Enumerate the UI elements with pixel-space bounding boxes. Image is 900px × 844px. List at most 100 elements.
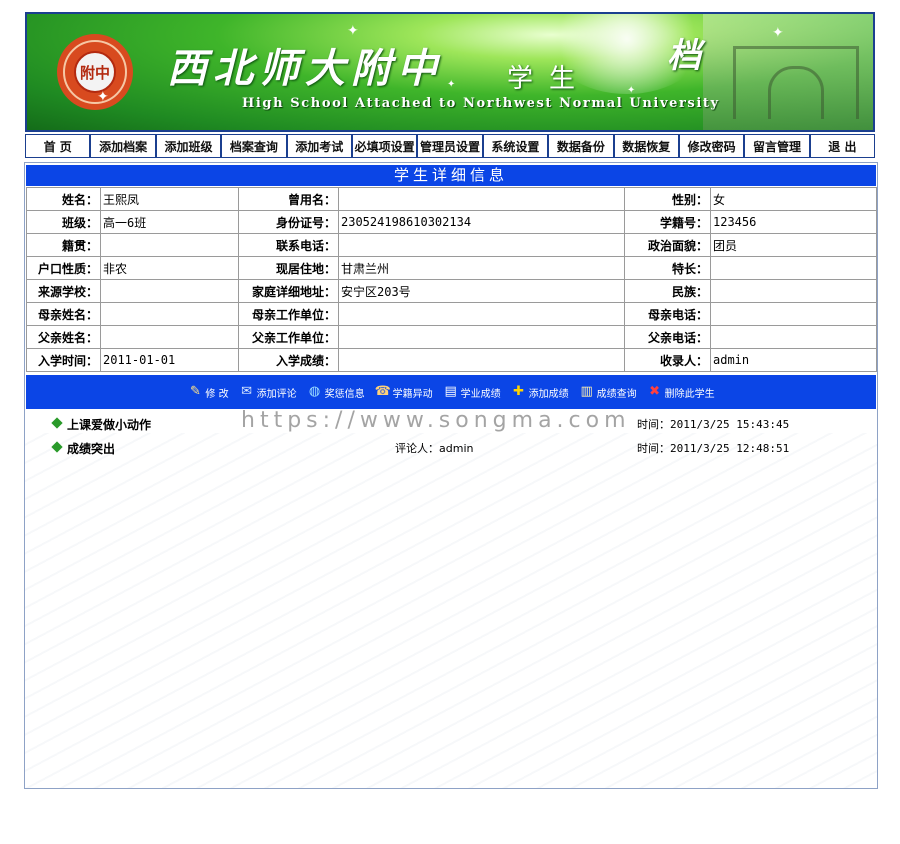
background-watermark-pattern bbox=[25, 433, 877, 788]
field-label: 姓名： bbox=[26, 187, 101, 211]
action-label: 学业成绩 bbox=[460, 388, 501, 400]
field-label: 性别： bbox=[624, 187, 711, 211]
detail-row: 班级： 高一6班 身份证号： 230524198610302134 学籍号： 123456 bbox=[26, 210, 877, 234]
field-label: 父亲电话： bbox=[624, 325, 711, 349]
comment-text[interactable]: 成绩突出 bbox=[67, 440, 115, 457]
field-value: 女 bbox=[710, 187, 877, 211]
field-label: 联系电话： bbox=[238, 233, 339, 257]
action-label: 奖惩信息 bbox=[324, 388, 365, 400]
book-icon: ▥ bbox=[580, 384, 593, 399]
field-value bbox=[338, 325, 625, 349]
field-value: 团员 bbox=[710, 233, 877, 257]
field-label: 政治面貌： bbox=[624, 233, 711, 257]
transfer-action[interactable]: ☎ 学籍异动 bbox=[375, 384, 433, 400]
banner-subtitle: 学生 bbox=[507, 64, 592, 94]
add-grade-icon: ✚ bbox=[513, 384, 525, 399]
field-label: 来源学校： bbox=[26, 279, 101, 303]
star-icon: ✦ bbox=[245, 75, 254, 86]
detail-row: 入学时间： 2011-01-01 入学成绩： 收录人： admin bbox=[26, 348, 877, 372]
field-label: 家庭详细地址： bbox=[238, 279, 339, 303]
comment-action[interactable]: ✉ 添加评论 bbox=[239, 384, 296, 400]
school-name-cn: 西北师大附中 bbox=[167, 45, 443, 92]
detail-title: 学生详细信息 bbox=[26, 165, 876, 186]
field-value bbox=[338, 187, 625, 211]
field-value: 123456 bbox=[710, 210, 877, 234]
nav-item[interactable]: 首 页 bbox=[26, 135, 90, 157]
student-detail-table: 姓名： 王熙凤 曾用名： 性别：女班级： 高一6班 身份证号： 23052419861030… bbox=[26, 187, 877, 372]
comment-time: 时间：2011/3/25 12:48:51 bbox=[637, 442, 790, 455]
url-watermark: https://www.songma.com bbox=[241, 408, 631, 433]
add-grade-action[interactable]: ✚ 添加成绩 bbox=[511, 384, 569, 400]
star-icon: ✦ bbox=[772, 25, 784, 41]
field-label: 民族： bbox=[624, 279, 711, 303]
nav-item[interactable]: 必填项设置 bbox=[350, 135, 417, 157]
school-name-en: High School Attached to Northwest Normal… bbox=[242, 96, 720, 111]
award-icon: ◍ bbox=[308, 384, 321, 399]
delete-icon: ✖ bbox=[649, 384, 661, 399]
main-nav: 首 页添加档案 添加班级 档案查询 添加考试 必填项设置 管理员设置 系统设置 数据备份 数据恢… bbox=[25, 134, 875, 158]
edit-action[interactable]: ✎ 修 改 bbox=[187, 384, 229, 400]
transfer-icon: ☎ bbox=[374, 384, 391, 399]
comment-icon: ✉ bbox=[241, 384, 253, 399]
nav-item[interactable]: 留言管理 bbox=[743, 135, 809, 157]
field-label: 特长： bbox=[624, 256, 711, 280]
logo-text: 附中 bbox=[80, 64, 110, 82]
field-value: 非农 bbox=[100, 256, 239, 280]
field-value bbox=[338, 302, 625, 326]
field-value bbox=[338, 348, 625, 372]
field-value: 2011-01-01 bbox=[100, 348, 239, 372]
star-icon: ✦ bbox=[447, 79, 456, 90]
star-icon: ✦ bbox=[347, 23, 359, 39]
star-icon: ✦ bbox=[627, 85, 636, 96]
field-value: admin bbox=[710, 348, 877, 372]
comment-item: 成绩突出 评论人：admin 时间：2011/3/25 12:48:51 bbox=[25, 437, 877, 461]
action-label: 成绩查询 bbox=[596, 388, 637, 400]
student-detail-panel: 学生详细信息 姓名： 王熙凤 曾用名： 性别：女班级： 高一6班 身份证号： 2305241… bbox=[24, 162, 878, 789]
nav-item[interactable]: 系统设置 bbox=[481, 135, 548, 157]
field-label: 母亲姓名： bbox=[26, 302, 101, 326]
detail-row: 籍贯： 联系电话： 政治面貌： 团员 bbox=[26, 233, 877, 257]
field-value bbox=[710, 256, 877, 280]
delete-action[interactable]: ✖ 删除此学生 bbox=[647, 384, 714, 400]
field-label: 入学成绩： bbox=[238, 348, 339, 372]
field-value bbox=[100, 233, 239, 257]
action-label: 添加成绩 bbox=[528, 388, 569, 400]
field-label: 母亲电话： bbox=[624, 302, 711, 326]
field-value bbox=[100, 302, 239, 326]
nav-item[interactable]: 退 出 bbox=[808, 135, 875, 157]
nav-item[interactable]: 添加档案 bbox=[89, 135, 155, 157]
field-label: 班级： bbox=[26, 210, 101, 234]
field-label: 户口性质： bbox=[26, 256, 101, 280]
field-label: 父亲工作单位： bbox=[238, 325, 339, 349]
field-label: 身份证号： bbox=[238, 210, 339, 234]
nav-item[interactable]: 档案查询 bbox=[220, 135, 286, 157]
nav-item[interactable]: 添加班级 bbox=[154, 135, 221, 157]
field-label: 父亲姓名： bbox=[26, 325, 101, 349]
grades-action[interactable]: ▤ 学业成绩 bbox=[443, 384, 501, 400]
book-action[interactable]: ▥ 成绩查询 bbox=[579, 384, 637, 400]
field-label: 籍贯： bbox=[26, 233, 101, 257]
nav-item[interactable]: 数据恢复 bbox=[612, 135, 678, 157]
field-value: 王熙凤 bbox=[100, 187, 239, 211]
banner-subtitle-end: 档 bbox=[667, 36, 701, 76]
field-value: 高一6班 bbox=[100, 210, 239, 234]
diamond-bullet-icon bbox=[51, 441, 63, 453]
detail-row: 户口性质： 非农 现居住地： 甘肃兰州 特长： bbox=[26, 256, 877, 280]
field-label: 学籍号： bbox=[624, 210, 711, 234]
nav-item[interactable]: 数据备份 bbox=[547, 135, 613, 157]
field-label: 入学时间： bbox=[26, 348, 101, 372]
nav-item[interactable]: 管理员设置 bbox=[416, 135, 482, 157]
award-action[interactable]: ◍ 奖惩信息 bbox=[307, 384, 365, 400]
action-toolbar: ✎ 修 改 ✉ 添加评论 ◍ 奖惩信息 ☎ 学籍异动 ▤ 学业成绩 ✚ 添加成绩 ▥ 成绩查询 ✖ 删除此学生 bbox=[26, 375, 876, 409]
detail-row: 来源学校： 家庭详细地址： 安宁区203号 民族： bbox=[26, 279, 877, 303]
comment-author: 评论人：admin bbox=[395, 442, 474, 455]
field-value bbox=[710, 325, 877, 349]
nav-item[interactable]: 添加考试 bbox=[285, 135, 351, 157]
field-value bbox=[100, 279, 239, 303]
school-logo: 附中 bbox=[57, 34, 133, 110]
nav-item[interactable]: 修改密码 bbox=[677, 135, 744, 157]
comment-text[interactable]: 上课爱做小动作 bbox=[67, 416, 151, 433]
star-icon: ✦ bbox=[97, 89, 109, 105]
edit-icon: ✎ bbox=[189, 384, 201, 399]
field-value: 230524198610302134 bbox=[338, 210, 625, 234]
